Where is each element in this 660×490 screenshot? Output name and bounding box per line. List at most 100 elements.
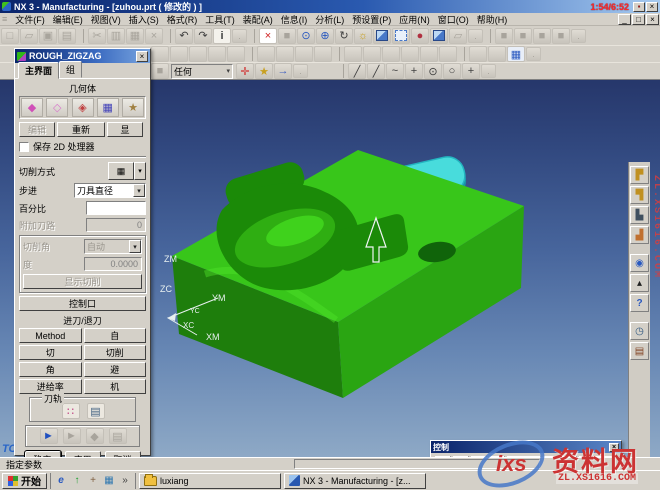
circle-center-icon[interactable]: ⊙ xyxy=(424,63,442,79)
program-icon-4[interactable] xyxy=(401,46,419,62)
op-icon-7[interactable] xyxy=(276,46,294,62)
tab-groups[interactable]: 组 xyxy=(59,61,82,78)
help-icon[interactable]: ? xyxy=(630,294,649,312)
mdi-close-button[interactable]: × xyxy=(646,14,659,25)
fit-view-icon[interactable]: ■ xyxy=(278,28,296,44)
quicklaunch-more-icon[interactable]: » xyxy=(118,474,132,488)
op-icon-8[interactable] xyxy=(295,46,313,62)
machine-tool-view-icon[interactable]: ▛ xyxy=(630,166,649,184)
cut-method-icon-button[interactable]: ▦ xyxy=(108,162,134,180)
check-geometry-icon[interactable]: ◈ xyxy=(72,98,94,117)
part-tool-icon-4[interactable]: ■ xyxy=(552,28,570,44)
menu-format[interactable]: 格式(R) xyxy=(163,13,202,26)
zoom-icon[interactable]: ⊙ xyxy=(297,28,315,44)
verify-toolpath-icon[interactable]: ◆ xyxy=(86,428,104,444)
mdi-restore-button[interactable]: □ xyxy=(632,14,645,25)
ewc-icon[interactable]: ▟ xyxy=(630,226,649,244)
undo-icon[interactable]: ↶ xyxy=(175,28,193,44)
dialog-close-icon[interactable]: × xyxy=(136,51,148,62)
toolpath-display-icon[interactable]: ∷ xyxy=(62,403,80,419)
filter-overflow-icon[interactable]: . xyxy=(293,64,308,78)
stepover-dropdown[interactable]: 刀具直径 ▾ xyxy=(74,183,146,198)
close-button[interactable]: × xyxy=(646,2,658,12)
toolpath-tool-icon[interactable]: ▙ xyxy=(630,206,649,224)
redo-icon[interactable]: ↷ xyxy=(194,28,212,44)
program-icon-1[interactable] xyxy=(344,46,362,62)
web-browser-icon[interactable]: ◉ xyxy=(630,254,649,272)
dialog-titlebar[interactable]: ROUGH_ZIGZAG × xyxy=(15,49,150,63)
method-button[interactable]: Method xyxy=(19,328,82,343)
degrees-input[interactable]: 0.0000 xyxy=(84,257,142,271)
copy-icon[interactable]: ▥ xyxy=(107,28,125,44)
op-overflow-icon[interactable]: . xyxy=(526,47,541,61)
point-icon[interactable]: + xyxy=(405,63,423,79)
selection-filter-dropdown[interactable]: 任何 ▾ xyxy=(171,64,233,79)
line-icon[interactable]: ╱ xyxy=(348,63,366,79)
automatic-button[interactable]: 自 xyxy=(84,328,147,343)
menu-assemblies[interactable]: 装配(A) xyxy=(239,13,277,26)
no-hidden-edges-icon[interactable]: ● xyxy=(411,28,429,44)
light-icon[interactable]: ☼ xyxy=(354,28,372,44)
program-icon-2[interactable] xyxy=(363,46,381,62)
cutting-button[interactable]: 切 xyxy=(19,345,82,360)
new-file-icon[interactable]: □ xyxy=(1,28,19,44)
delete-icon[interactable]: × xyxy=(145,28,163,44)
control-geometry-button[interactable]: 控制口 xyxy=(19,296,146,311)
display-geometry-button[interactable]: 显 xyxy=(107,122,143,137)
corner-button[interactable]: 角 xyxy=(19,362,82,377)
menu-information[interactable]: 信息(I) xyxy=(277,13,312,26)
history-clock-icon[interactable]: ◷ xyxy=(630,322,649,340)
cut-area-icon[interactable]: ▦ xyxy=(97,98,119,117)
menu-tools[interactable]: 工具(T) xyxy=(201,13,239,26)
print-icon[interactable]: ▤ xyxy=(58,28,76,44)
snap-point-icon[interactable]: ✛ xyxy=(236,63,254,79)
trim-geometry-icon[interactable]: ★ xyxy=(122,98,144,117)
menu-help[interactable]: 帮助(H) xyxy=(473,13,512,26)
face-select-icon[interactable]: ★ xyxy=(255,63,273,79)
generate-toolpath-icon[interactable]: ► xyxy=(40,428,58,444)
polyline-icon[interactable]: ╱ xyxy=(367,63,385,79)
menu-window[interactable]: 窗口(O) xyxy=(434,13,473,26)
task-folder-luxiang[interactable]: luxiang xyxy=(139,473,281,489)
menu-view[interactable]: 视图(V) xyxy=(87,13,125,26)
edit-geometry-button[interactable]: 编辑 xyxy=(19,122,55,137)
tutorial-cap-icon[interactable]: ▴ xyxy=(630,274,649,292)
menu-analysis[interactable]: 分析(L) xyxy=(311,13,348,26)
menu-edit[interactable]: 编辑(E) xyxy=(49,13,87,26)
op-icon-6[interactable] xyxy=(257,46,275,62)
part-tool-icon-3[interactable]: ■ xyxy=(533,28,551,44)
tab-main[interactable]: 主界面 xyxy=(18,62,59,79)
open-file-icon[interactable]: ▱ xyxy=(20,28,38,44)
show-desktop-icon[interactable]: ↑ xyxy=(70,474,84,488)
part-geometry-icon[interactable]: ◆ xyxy=(21,98,43,117)
op-icon-1[interactable] xyxy=(151,46,169,62)
toolpath-list-icon[interactable]: ▤ xyxy=(87,403,105,419)
view-overflow-icon[interactable]: . xyxy=(468,29,483,43)
program-icon-3[interactable] xyxy=(382,46,400,62)
paste-icon[interactable]: ▦ xyxy=(126,28,144,44)
quicklaunch-tool-icon[interactable]: + xyxy=(86,474,100,488)
save-icon[interactable]: ▣ xyxy=(39,28,57,44)
program-icon-5[interactable] xyxy=(420,46,438,62)
reselect-geometry-button[interactable]: 重新 xyxy=(57,122,105,137)
geometry-view-icon[interactable]: ▜ xyxy=(630,186,649,204)
op-icon-4[interactable] xyxy=(208,46,226,62)
part-tool-icon-2[interactable]: ■ xyxy=(514,28,532,44)
op-icon-2[interactable] xyxy=(170,46,188,62)
arc-icon[interactable]: ~ xyxy=(386,63,404,79)
display-mode-cube-icon[interactable] xyxy=(430,28,448,44)
op-icon-9[interactable] xyxy=(314,46,332,62)
percent-input[interactable] xyxy=(86,201,146,215)
curve-overflow-icon[interactable]: . xyxy=(481,64,496,78)
blank-geometry-icon[interactable]: ◇ xyxy=(46,98,68,117)
nav-icon-1[interactable] xyxy=(469,46,487,62)
mdi-minimize-button[interactable]: _ xyxy=(618,14,631,25)
additional-passes-input[interactable]: 0 xyxy=(86,218,146,232)
list-toolpath-icon[interactable]: ▤ xyxy=(109,428,127,444)
rotate-view-icon[interactable]: ↻ xyxy=(335,28,353,44)
replay-toolpath-icon[interactable]: ► xyxy=(63,428,81,444)
zoom-in-out-icon[interactable]: ⊕ xyxy=(316,28,334,44)
vector-arrow-icon[interactable]: → xyxy=(274,63,292,79)
selection-icon[interactable]: ■ xyxy=(151,63,169,79)
circle-icon[interactable]: ○ xyxy=(443,63,461,79)
